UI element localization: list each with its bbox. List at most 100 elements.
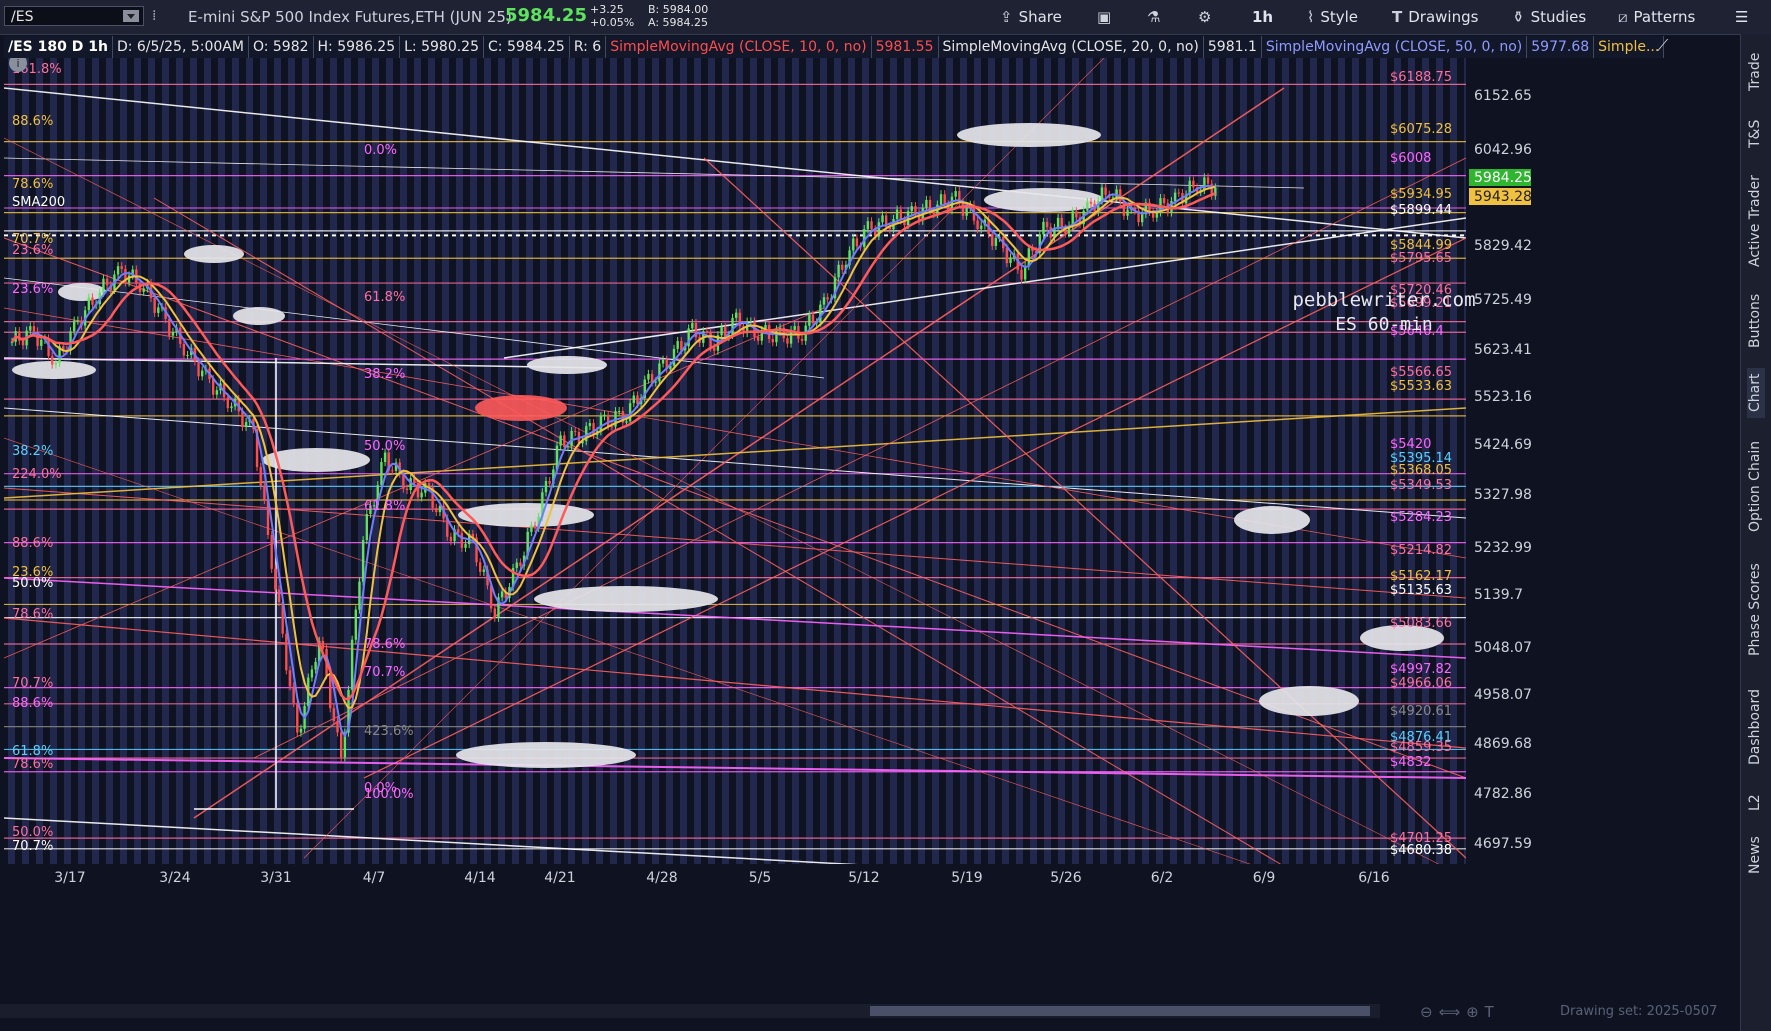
- session-band: [120, 58, 127, 864]
- highlight-ellipse: [12, 361, 96, 379]
- candle-body: [965, 208, 968, 216]
- tab-l2[interactable]: L2: [1747, 788, 1765, 818]
- session-band: [442, 58, 449, 864]
- session-band: [1128, 58, 1135, 864]
- candle-body: [244, 422, 248, 428]
- candle-body: [292, 686, 295, 703]
- scrollbar-thumb[interactable]: [870, 1006, 1370, 1016]
- candle-body: [881, 215, 884, 223]
- style-label: Style: [1320, 8, 1359, 26]
- fib-label: 50.0%: [364, 439, 405, 454]
- current-price-tag: 5984.25: [1474, 170, 1532, 186]
- instrument-description: E-mini S&P 500 Index Futures,ETH (JUN 25…: [188, 8, 512, 26]
- patterns-button[interactable]: ⧄ Patterns: [1618, 4, 1695, 30]
- tab-news[interactable]: News: [1747, 832, 1765, 878]
- flask-button[interactable]: ⚗: [1147, 4, 1166, 30]
- candle-body: [676, 341, 679, 349]
- session-band: [1016, 58, 1023, 864]
- interval-button[interactable]: 1h: [1252, 4, 1273, 30]
- svg-text:i: i: [16, 58, 19, 70]
- tab-chart[interactable]: Chart: [1747, 368, 1765, 418]
- candle-body: [391, 470, 394, 472]
- fib-label: 88.6%: [12, 696, 53, 711]
- style-button[interactable]: ⌇ Style: [1307, 4, 1358, 30]
- candle-body: [661, 359, 665, 364]
- fib-label: 61.8%: [364, 499, 405, 514]
- price-tick-label: 4697.59: [1474, 836, 1532, 852]
- share-button[interactable]: ⇪ Share: [1000, 4, 1062, 30]
- last-price: 5984.25: [505, 5, 587, 26]
- screenshot-button[interactable]: ▣: [1097, 4, 1117, 30]
- session-band: [764, 58, 771, 864]
- candle-body: [559, 435, 562, 446]
- drawings-button[interactable]: T Drawings: [1392, 4, 1478, 30]
- session-band: [1226, 58, 1233, 864]
- candle-body: [786, 338, 789, 344]
- chevron-down-icon[interactable]: [123, 10, 139, 22]
- candle-body: [1162, 198, 1166, 204]
- candle-body: [1192, 180, 1195, 188]
- candle-body: [980, 225, 983, 230]
- studies-button[interactable]: ⚱ Studies: [1512, 4, 1586, 30]
- session-band: [1002, 58, 1009, 864]
- candle-body: [548, 481, 551, 484]
- level-label: $5566.65: [1390, 365, 1452, 380]
- session-band: [1156, 58, 1163, 864]
- tab-buttons[interactable]: Buttons: [1747, 288, 1765, 354]
- zoom-controls[interactable]: ⊖⟺⊕T: [1420, 1003, 1500, 1021]
- symbol-selector[interactable]: /ES: [4, 6, 144, 26]
- candle-body: [841, 264, 844, 270]
- candle-body: [21, 340, 25, 346]
- tab-trade[interactable]: Trade: [1747, 48, 1765, 96]
- session-band: [988, 58, 995, 864]
- fib-label: 70.7%: [12, 839, 53, 854]
- tab-time-sales[interactable]: T&S: [1747, 114, 1765, 154]
- date-tick-label: 3/17: [54, 870, 85, 886]
- candle-body: [1177, 192, 1180, 194]
- candle-body: [299, 728, 303, 733]
- candle-body: [270, 535, 273, 569]
- settings-button[interactable]: ⚙: [1198, 4, 1217, 30]
- chart-canvas[interactable]: 161.8%88.6%0.0%78.6%SMA20070.7%23.6%23.6…: [3, 54, 1654, 972]
- chart-info-bar: /ES 180 D 1h D: 6/5/25, 5:00AM O: 5982 H: 5…: [4, 36, 1665, 58]
- price-chart[interactable]: 161.8% 88.6% 0.0% 78.6% SMA200 70.7% 23.6% 23.6…: [3, 54, 1654, 972]
- candle-body: [288, 670, 292, 687]
- tab-active-trader[interactable]: Active Trader: [1747, 168, 1765, 274]
- session-band: [414, 58, 421, 864]
- tab-option-chain[interactable]: Option Chain: [1747, 432, 1765, 540]
- session-band: [78, 58, 85, 864]
- link-icon[interactable]: ⁞: [152, 8, 162, 26]
- fib-label: 78.6%: [12, 607, 53, 622]
- studies-label: Studies: [1530, 8, 1587, 26]
- style-icon: ⌇: [1307, 8, 1315, 26]
- candle-body: [617, 411, 621, 413]
- candle-body: [91, 297, 94, 305]
- candle-body: [200, 370, 204, 377]
- session-band: [1352, 58, 1359, 864]
- candle-body: [720, 327, 723, 336]
- candle-body: [910, 206, 913, 212]
- fib-label: 50.0%: [12, 576, 53, 591]
- level-label: $5533.63: [1390, 379, 1452, 394]
- candle-body: [482, 569, 486, 572]
- candle-body: [976, 220, 979, 230]
- candle-body: [29, 326, 32, 331]
- menu-button[interactable]: ☰: [1735, 4, 1748, 30]
- chart-scrollbar[interactable]: [0, 1004, 1380, 1018]
- tab-phase-scores[interactable]: Phase Scores: [1747, 554, 1765, 666]
- candle-body: [519, 562, 522, 567]
- candle-body: [1100, 187, 1104, 201]
- fib-label: 38.2%: [364, 367, 405, 382]
- candle-body: [1086, 201, 1089, 211]
- candle-body: [691, 322, 694, 329]
- hamburger-icon: ☰: [1735, 8, 1749, 26]
- price-change: +3.25 +0.05%: [590, 3, 634, 29]
- session-band: [92, 58, 99, 864]
- price-tick-label: 6042.96: [1474, 142, 1532, 158]
- session-band: [1296, 58, 1303, 864]
- tab-dashboard[interactable]: Dashboard: [1747, 680, 1765, 774]
- level-label: $5899.44: [1390, 203, 1452, 218]
- candle-body: [116, 266, 120, 275]
- candle-body: [464, 544, 467, 548]
- drawing-tool-icon[interactable]: ⟋: [1657, 36, 1679, 56]
